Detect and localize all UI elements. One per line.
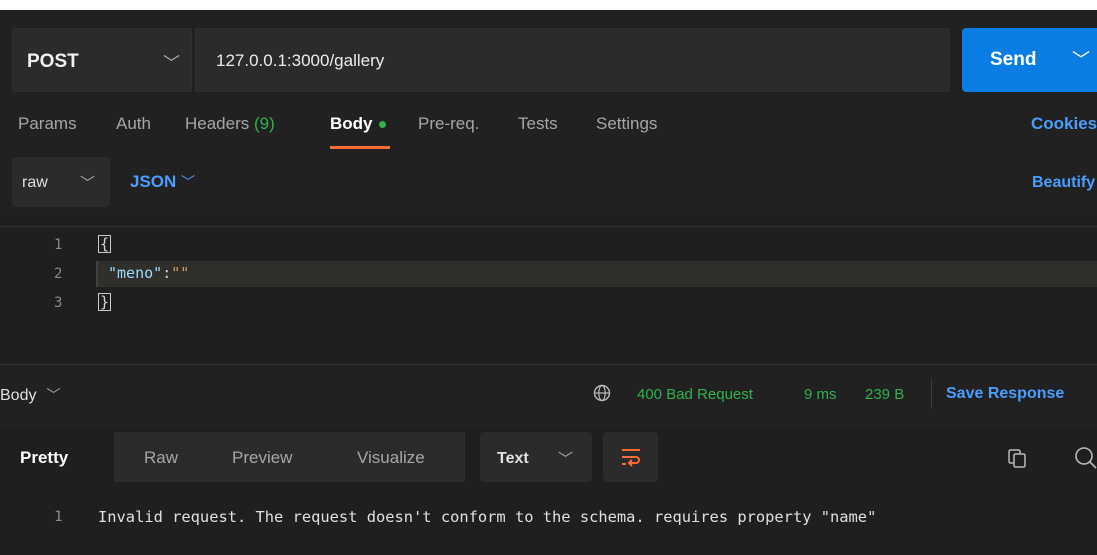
view-tab-preview[interactable]: Preview — [232, 448, 292, 468]
tab-label: Params — [18, 114, 77, 133]
tab-label: Pre-req. — [418, 114, 480, 133]
send-label: Send — [990, 49, 1037, 70]
tab-tests[interactable]: Tests — [518, 114, 558, 134]
json-colon: : — [162, 264, 172, 282]
modified-dot-icon — [378, 121, 386, 129]
separator — [931, 379, 932, 409]
view-tab-pretty[interactable]: Pretty — [20, 448, 68, 468]
method-label: POST — [27, 51, 79, 72]
body-mode-select[interactable]: raw ﹀ — [12, 157, 110, 207]
matched-brace: } — [98, 293, 112, 311]
method-select[interactable]: POST ﹀ — [12, 28, 192, 92]
search-icon[interactable] — [1072, 445, 1097, 470]
matched-brace: { — [98, 235, 112, 253]
tab-settings[interactable]: Settings — [596, 114, 657, 134]
line-number: 1 — [54, 237, 63, 253]
headers-count: (9) — [254, 114, 275, 133]
copy-icon[interactable] — [1006, 447, 1028, 469]
wrap-lines-button[interactable] — [603, 432, 658, 482]
response-view-bar: Pretty Raw Preview Visualize Text ﹀ — [0, 427, 1097, 492]
body-options-bar: raw ﹀ JSON ﹀ Beautify — [0, 157, 1097, 209]
window-top-strip — [0, 0, 1097, 10]
chevron-down-icon: ﹀ — [46, 387, 61, 403]
response-header-bar: Body ﹀ 400 Bad Request 9 ms 239 B Save Re… — [0, 365, 1097, 427]
line-number: 3 — [54, 295, 63, 311]
send-button[interactable]: Send ﹀ — [962, 28, 1097, 92]
tab-label: Tests — [518, 114, 558, 133]
body-format-select[interactable]: JSON ﹀ — [130, 172, 195, 192]
tab-label: Auth — [116, 114, 151, 133]
line-number: 1 — [54, 509, 63, 525]
response-size[interactable]: 239 B — [865, 386, 904, 403]
current-line-highlight — [96, 261, 1097, 287]
body-mode-label: raw — [22, 174, 48, 191]
response-format-label: Text — [497, 450, 529, 467]
tab-body[interactable]: Body — [330, 114, 386, 134]
chevron-down-icon: ﹀ — [163, 54, 180, 73]
response-time[interactable]: 9 ms — [804, 386, 837, 403]
code-line: } — [98, 293, 112, 311]
tab-pre-request[interactable]: Pre-req. — [418, 114, 479, 134]
save-response-button[interactable]: Save Response — [946, 385, 1064, 403]
tab-label: Settings — [596, 114, 658, 133]
response-output-text: Invalid request. The request doesn't con… — [98, 508, 877, 526]
json-value: "" — [171, 264, 190, 282]
chevron-down-icon: ﹀ — [80, 175, 96, 192]
code-line: { — [98, 235, 112, 253]
view-tab-raw[interactable]: Raw — [144, 448, 178, 468]
url-text: 127.0.0.1:3000/gallery — [216, 51, 385, 70]
beautify-link[interactable]: Beautify — [1032, 174, 1095, 192]
status-code[interactable]: 400 Bad Request — [637, 386, 753, 403]
response-section-label: Body — [0, 387, 37, 404]
wrap-lines-icon — [622, 449, 640, 467]
cookies-link[interactable]: Cookies — [1031, 114, 1097, 134]
body-format-label: JSON — [130, 172, 177, 191]
tab-auth[interactable]: Auth — [116, 114, 151, 134]
chevron-down-icon: ﹀ — [558, 451, 574, 468]
line-number: 2 — [54, 266, 63, 282]
chevron-down-icon[interactable]: ﹀ — [1072, 46, 1090, 72]
chevron-down-icon: ﹀ — [181, 174, 196, 190]
tab-params[interactable]: Params — [18, 114, 77, 134]
globe-icon[interactable] — [593, 384, 611, 402]
request-tabs: Params Auth Headers (9) Body Pre-req. Te… — [0, 97, 1097, 157]
url-input[interactable]: 127.0.0.1:3000/gallery — [195, 28, 950, 92]
tab-headers[interactable]: Headers (9) — [185, 114, 275, 134]
view-tab-visualize[interactable]: Visualize — [357, 448, 425, 468]
request-row: POST ﹀ 127.0.0.1:3000/gallery Send ﹀ — [0, 10, 1097, 97]
view-tabs: Pretty Raw Preview Visualize — [0, 432, 465, 482]
active-tab-indicator — [330, 146, 390, 149]
response-section-select[interactable]: Body ﹀ — [0, 385, 60, 405]
response-format-select[interactable]: Text ﹀ — [480, 432, 592, 482]
json-key: "meno" — [108, 264, 163, 282]
code-line: "meno":"" — [108, 264, 189, 282]
request-body-editor[interactable]: 1 { 2 "meno":"" 3 } — [0, 226, 1097, 357]
tab-label: Body — [330, 114, 373, 133]
tab-label: Headers — [185, 114, 250, 133]
